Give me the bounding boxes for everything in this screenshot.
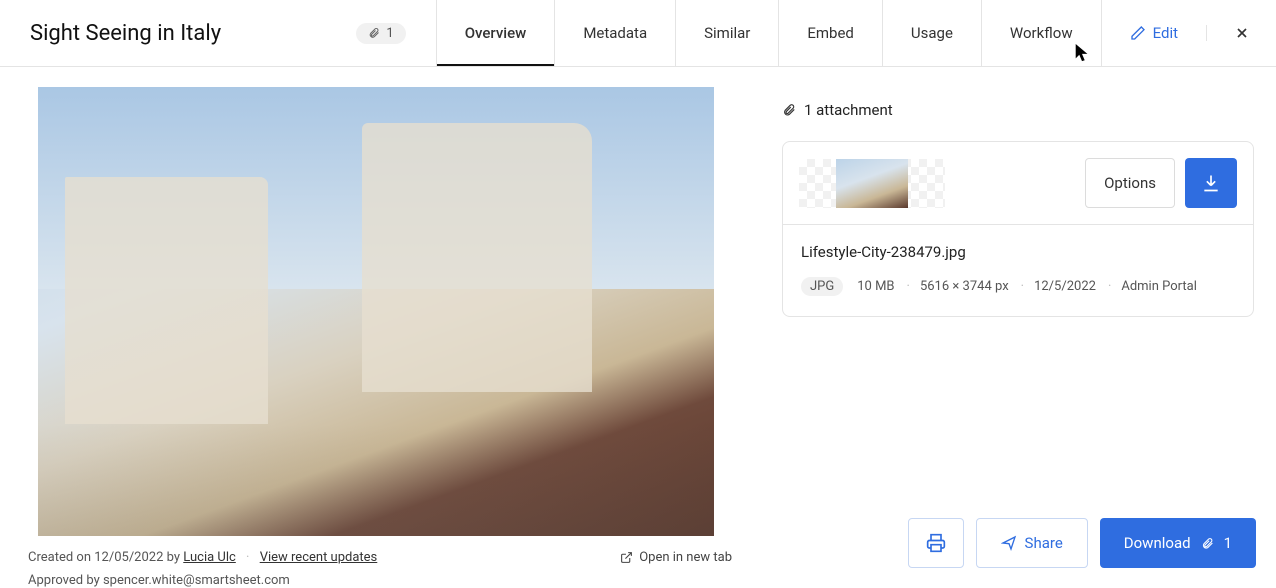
created-meta: Created on 12/05/2022 by Lucia Ulc · Vie… bbox=[28, 550, 377, 565]
download-icon bbox=[1201, 173, 1221, 193]
printer-icon bbox=[926, 533, 946, 553]
page-title: Sight Seeing in Italy bbox=[30, 21, 221, 46]
download-button[interactable]: Download 1 bbox=[1100, 518, 1256, 568]
open-in-new-tab[interactable]: Open in new tab bbox=[620, 550, 732, 565]
tab-embed[interactable]: Embed bbox=[778, 0, 882, 66]
tab-overview[interactable]: Overview bbox=[436, 0, 555, 66]
file-dimensions: 5616 × 3744 px bbox=[909, 279, 1009, 294]
download-attachment-button[interactable] bbox=[1185, 158, 1237, 208]
attachment-meta: JPG 10 MB 5616 × 3744 px 12/5/2022 Admin… bbox=[801, 277, 1235, 296]
file-size: 10 MB bbox=[857, 279, 894, 294]
tab-usage[interactable]: Usage bbox=[882, 0, 981, 66]
asset-preview[interactable] bbox=[38, 87, 714, 536]
paperclip-icon bbox=[368, 27, 380, 39]
attachment-count-value: 1 bbox=[386, 26, 393, 41]
attachment-thumbnail[interactable] bbox=[799, 159, 945, 208]
paperclip-icon bbox=[782, 103, 796, 117]
options-button[interactable]: Options bbox=[1085, 158, 1175, 208]
author-link[interactable]: Lucia Ulc bbox=[183, 550, 236, 565]
tabs: Overview Metadata Similar Embed Usage Wo… bbox=[436, 0, 1206, 66]
tab-edit[interactable]: Edit bbox=[1101, 0, 1206, 66]
close-button[interactable] bbox=[1206, 25, 1276, 41]
attachment-card: Options Lifestyle-City-238479.jpg JPG 10… bbox=[782, 141, 1254, 317]
close-icon bbox=[1234, 25, 1250, 41]
file-date: 12/5/2022 bbox=[1023, 279, 1096, 294]
share-icon bbox=[1001, 535, 1017, 551]
attachment-count-pill[interactable]: 1 bbox=[356, 23, 405, 44]
print-button[interactable] bbox=[908, 518, 964, 568]
pencil-icon bbox=[1130, 25, 1146, 41]
file-source: Admin Portal bbox=[1110, 279, 1197, 294]
approved-by: Approved by spencer.white@smartsheet.com bbox=[20, 573, 732, 588]
footer-actions: Share Download 1 bbox=[908, 518, 1256, 568]
tab-metadata[interactable]: Metadata bbox=[554, 0, 675, 66]
paperclip-icon bbox=[1201, 537, 1214, 550]
external-link-icon bbox=[620, 551, 633, 564]
share-button[interactable]: Share bbox=[976, 518, 1088, 568]
attachments-header: 1 attachment bbox=[782, 101, 893, 119]
tab-similar[interactable]: Similar bbox=[675, 0, 778, 66]
format-badge: JPG bbox=[801, 277, 843, 296]
recent-updates-link[interactable]: View recent updates bbox=[260, 550, 378, 565]
attachment-filename: Lifestyle-City-238479.jpg bbox=[801, 243, 1235, 261]
